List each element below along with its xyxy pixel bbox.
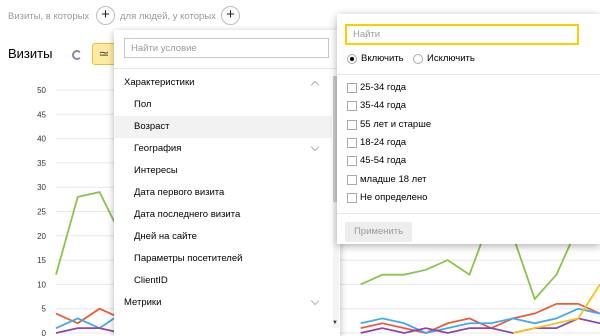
condition-item-label: Дата первого визита	[134, 187, 225, 198]
radio-checked-icon	[347, 54, 357, 64]
age-option-35-44[interactable]: 35-44 года	[347, 99, 406, 113]
include-radio[interactable]: Включить	[347, 53, 404, 65]
condition-item-age[interactable]: Возраст	[114, 116, 332, 138]
condition-item-visitor-params[interactable]: Параметры посетителей	[114, 248, 332, 270]
age-option-under-18[interactable]: младше 18 лет	[347, 173, 427, 187]
condition-item-geography[interactable]: География	[114, 138, 332, 160]
age-filter-dropdown: Найти Включить Исключить 25-34 года 35-4…	[337, 14, 600, 244]
condition-item-clientid[interactable]: ClientID	[114, 270, 332, 292]
refresh-icon[interactable]	[72, 50, 82, 60]
chevron-down-icon	[310, 296, 320, 306]
age-option-55-plus[interactable]: 55 лет и старше	[347, 118, 431, 132]
y-tick-label: 10	[37, 280, 46, 289]
series-line-0	[55, 191, 123, 275]
include-label: Включить	[361, 53, 404, 64]
line-chart-toggle-button[interactable]: ≃	[92, 43, 116, 65]
age-option-label: Не определено	[360, 192, 428, 203]
checkbox[interactable]	[347, 101, 357, 111]
y-tick-label: 25	[37, 208, 46, 217]
checkbox[interactable]	[347, 138, 357, 148]
people-condition-label: для людей, у которых	[120, 11, 216, 22]
age-option-18-24[interactable]: 18-24 года	[347, 136, 406, 150]
age-option-label: 18-24 года	[360, 137, 407, 148]
add-people-condition-button[interactable]: +	[221, 6, 240, 25]
condition-search-placeholder: Найти условие	[131, 43, 197, 54]
condition-item-gender[interactable]: Пол	[114, 94, 332, 116]
age-option-25-34[interactable]: 25-34 года	[347, 81, 406, 95]
apply-button[interactable]: Применить	[345, 222, 412, 242]
exclude-label: Исключить	[427, 53, 475, 64]
checkbox[interactable]	[347, 83, 357, 93]
condition-item-label: Дней на сайте	[134, 231, 197, 242]
age-option-label: младше 18 лет	[360, 174, 427, 185]
visits-condition-label: Визиты, в которых	[8, 11, 90, 22]
condition-item-first-visit-date[interactable]: Дата первого визита	[114, 182, 332, 204]
y-tick-label: 40	[37, 135, 46, 144]
chevron-down-icon	[310, 142, 320, 152]
age-search-input[interactable]: Найти	[345, 24, 579, 45]
divider	[114, 68, 340, 69]
condition-item-label: Интересы	[134, 165, 178, 176]
segment-bar: Визиты, в которых + для людей, у которых…	[0, 0, 340, 34]
radio-unchecked-icon	[413, 54, 423, 64]
y-tick-label: 20	[37, 232, 46, 241]
add-visits-condition-button[interactable]: +	[96, 6, 115, 25]
y-axis-ticks: 50454035302520151050	[37, 86, 46, 336]
series-line-3	[55, 327, 122, 334]
plus-icon: +	[101, 6, 110, 23]
chart-title: Визиты	[8, 46, 53, 61]
group-label: Характеристики	[124, 77, 195, 88]
age-option-label: 25-34 года	[360, 82, 407, 93]
age-option-label: 35-44 года	[360, 100, 407, 111]
age-option-label: 45-54 года	[360, 155, 407, 166]
condition-search-input[interactable]: Найти условие	[124, 38, 329, 58]
y-tick-label: 5	[42, 305, 47, 314]
age-option-undefined[interactable]: Не определено	[347, 191, 427, 205]
scroll-down-arrow-icon[interactable]: ▼	[332, 320, 338, 326]
condition-item-interests[interactable]: Интересы	[114, 160, 332, 182]
condition-dropdown: Найти условие Характеристики Пол Возраст…	[114, 30, 340, 336]
condition-item-last-visit-date[interactable]: Дата последнего визита	[114, 204, 332, 226]
y-tick-label: 50	[37, 86, 46, 95]
group-characteristics[interactable]: Характеристики	[114, 72, 332, 94]
y-tick-label: 15	[37, 256, 46, 265]
checkbox[interactable]	[347, 156, 357, 166]
condition-item-label: Пол	[134, 99, 152, 110]
y-tick-label: 35	[37, 159, 46, 168]
divider	[337, 213, 600, 214]
line-chart-icon: ≃	[98, 46, 110, 61]
condition-item-label: Возраст	[134, 121, 170, 132]
divider	[337, 74, 600, 75]
y-tick-label: 45	[37, 110, 46, 119]
y-tick-label: 30	[37, 183, 46, 192]
age-option-label: 55 лет и старше	[360, 119, 432, 130]
checkbox[interactable]	[347, 175, 357, 185]
plus-icon: +	[226, 6, 235, 23]
condition-item-label: Параметры посетителей	[134, 253, 243, 264]
condition-item-label: География	[134, 143, 182, 154]
condition-item-label: ClientID	[134, 275, 168, 286]
checkbox[interactable]	[347, 193, 357, 203]
condition-item-label: Дата последнего визита	[134, 209, 241, 220]
group-metrics[interactable]: Метрики	[114, 292, 332, 314]
checkbox[interactable]	[347, 120, 357, 130]
age-search-placeholder: Найти	[353, 29, 381, 40]
group-label: Метрики	[124, 297, 162, 308]
y-tick-label: 0	[42, 329, 47, 336]
age-option-45-54[interactable]: 45-54 года	[347, 154, 406, 168]
exclude-radio[interactable]: Исключить	[413, 53, 475, 65]
chevron-up-icon	[310, 80, 320, 90]
condition-item-days-on-site[interactable]: Дней на сайте	[114, 226, 332, 248]
